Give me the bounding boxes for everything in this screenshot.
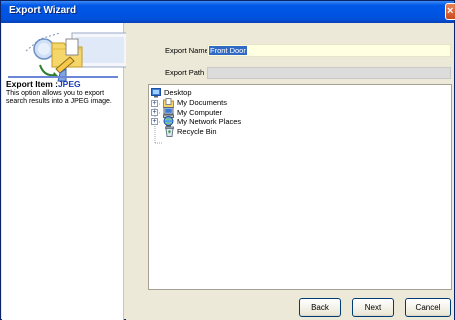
export-wizard-window: Export Wizard × Export Item:JPEG This o… xyxy=(0,0,455,320)
expand-my-documents-icon[interactable]: + xyxy=(151,100,158,107)
export-path-field[interactable] xyxy=(207,67,451,79)
export-item-description: This option allows you to export search … xyxy=(6,90,112,105)
tree-item-my-network-places[interactable]: My Network Places xyxy=(177,117,241,127)
export-item-label: Export Item : xyxy=(6,79,58,89)
next-button[interactable]: Next xyxy=(352,298,394,317)
export-name-field[interactable]: Front Door xyxy=(207,44,451,57)
folder-tree[interactable]: Desktop + My Documents + My Computer + M… xyxy=(148,84,452,290)
tree-item-desktop[interactable]: Desktop xyxy=(164,88,192,98)
close-button[interactable]: × xyxy=(445,3,455,20)
export-path-label: Export Path xyxy=(165,68,205,77)
desktop-icon xyxy=(151,88,161,98)
wizard-side-panel: Export Item :JPEG This option allows you… xyxy=(2,23,129,320)
back-button[interactable]: Back xyxy=(299,298,341,317)
export-name-label: Export Name xyxy=(165,46,209,55)
recycle-bin-icon xyxy=(165,126,174,137)
close-icon: × xyxy=(447,5,454,17)
window-title: Export Wizard xyxy=(9,5,77,16)
export-item-value: JPEG xyxy=(57,79,81,89)
side-panel-divider xyxy=(8,76,118,78)
tree-item-my-documents[interactable]: My Documents xyxy=(177,98,227,108)
export-name-value: Front Door xyxy=(209,46,247,55)
expand-my-network-places-icon[interactable]: + xyxy=(151,118,158,125)
export-item-heading: Export Item :JPEG xyxy=(6,79,124,89)
cancel-button[interactable]: Cancel xyxy=(405,298,451,317)
tree-item-recycle-bin[interactable]: Recycle Bin xyxy=(177,127,217,137)
expand-my-computer-icon[interactable]: + xyxy=(151,109,158,116)
title-bar[interactable]: Export Wizard × xyxy=(1,1,455,23)
